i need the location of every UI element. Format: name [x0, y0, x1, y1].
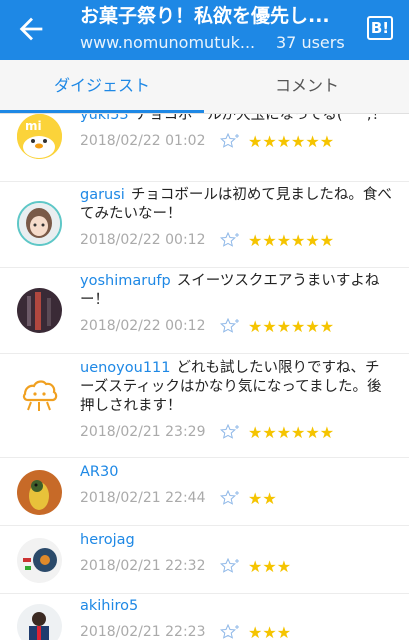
star-rating: ★★★★★★ [248, 131, 335, 151]
comment-line: yoshimarufp スイーツスクエアうまいすよねー！ [80, 272, 392, 310]
bird-avatar[interactable] [17, 470, 62, 515]
timestamp: 2018/02/22 00:12 [80, 318, 206, 334]
timestamp: 2018/02/21 22:32 [80, 558, 206, 574]
star-rating: ★★★★★★ [248, 422, 335, 442]
back-arrow-icon[interactable] [14, 12, 48, 46]
gear-avatar[interactable] [17, 538, 62, 583]
comment-content: garusi チョコボールは初めて見ましたね。食べてみたいなー！ 2018/02/… [80, 186, 392, 250]
list-item[interactable]: yoshimarufp スイーツスクエアうまいすよねー！ 2018/02/22 0… [0, 268, 409, 354]
list-item[interactable]: mi yuki53 チョコボールが大玉になってる(^^;！ 2018/02/22 … [0, 114, 409, 182]
username[interactable]: garusi [80, 187, 125, 203]
username[interactable]: herojag [80, 532, 135, 548]
comment-content: AR30 2018/02/21 22:44 ★★ [80, 463, 392, 508]
comment-line: akihiro5 [80, 597, 392, 616]
page-url: www.nomunomutuk... [80, 33, 256, 52]
list-item[interactable]: herojag 2018/02/21 22:32 ★★★ [0, 526, 409, 594]
hatena-bookmark-icon[interactable]: B! [367, 16, 393, 40]
username[interactable]: yuki53 [80, 114, 129, 123]
list-item[interactable]: AR30 2018/02/21 22:44 ★★ [0, 458, 409, 526]
comment-content: yoshimarufp スイーツスクエアうまいすよねー！ 2018/02/22 0… [80, 272, 392, 336]
comment-line: garusi チョコボールは初めて見ましたね。食べてみたいなー！ [80, 186, 392, 224]
timestamp: 2018/02/21 22:44 [80, 490, 206, 506]
star-rating: ★★★★★★ [248, 316, 335, 336]
person-avatar[interactable] [17, 604, 62, 640]
star-rating: ★★★ [248, 556, 292, 576]
comment-meta: 2018/02/21 22:44 ★★ [80, 488, 392, 508]
username[interactable]: akihiro5 [80, 598, 138, 614]
guitar-avatar[interactable] [17, 288, 62, 333]
comment-meta: 2018/02/22 01:02 ★★★★★★ [80, 131, 392, 151]
list-item[interactable]: akihiro5 2018/02/21 22:23 ★★★ [0, 594, 409, 640]
page-title: お菓子祭り！私欲を優先し... [80, 5, 330, 27]
tab-comments[interactable]: コメント [205, 60, 409, 114]
username[interactable]: AR30 [80, 464, 118, 480]
comment-line: yuki53 チョコボールが大玉になってる(^^;！ [80, 114, 392, 125]
title-box: お菓子祭り！私欲を優先し... www.nomunomutuk... 37 us… [80, 3, 360, 55]
add-star-icon[interactable] [220, 624, 240, 640]
timestamp: 2018/02/22 01:02 [80, 133, 206, 149]
add-star-icon[interactable] [220, 558, 240, 574]
star-rating: ★★ [248, 488, 277, 508]
star-rating: ★★★★★★ [248, 230, 335, 250]
username[interactable]: yoshimarufp [80, 273, 171, 289]
user-count: 37 users [276, 33, 345, 52]
comment-meta: 2018/02/21 22:23 ★★★ [80, 622, 392, 640]
comment-content: herojag 2018/02/21 22:32 ★★★ [80, 531, 392, 576]
comment-meta: 2018/02/22 00:12 ★★★★★★ [80, 230, 392, 250]
list-item[interactable]: garusi チョコボールは初めて見ましたね。食べてみたいなー！ 2018/02/… [0, 182, 409, 268]
star-rating: ★★★ [248, 622, 292, 640]
subtitle-row: www.nomunomutuk... 37 users [80, 31, 360, 55]
comment-line: AR30 [80, 463, 392, 482]
timestamp: 2018/02/21 22:23 [80, 624, 206, 640]
girl-avatar[interactable] [17, 201, 62, 246]
comment-line: uenoyou111 どれも試したい限りですね、チーズスティックはかなり気になって… [80, 359, 392, 416]
tab-indicator [0, 110, 204, 113]
comment-meta: 2018/02/21 22:32 ★★★ [80, 556, 392, 576]
comment-meta: 2018/02/21 23:29 ★★★★★★ [80, 422, 392, 442]
list-item[interactable]: uenoyou111 どれも試したい限りですね、チーズスティックはかなり気になって… [0, 354, 409, 458]
add-star-icon[interactable] [220, 424, 240, 440]
add-star-icon[interactable] [220, 133, 240, 149]
app-bar: お菓子祭り！私欲を優先し... www.nomunomutuk... 37 us… [0, 0, 409, 60]
svg-text:mi: mi [25, 119, 42, 133]
comment-text: チョコボールは初めて見ましたね。食べてみたいなー！ [80, 187, 392, 222]
username[interactable]: uenoyou111 [80, 360, 171, 376]
tab-bar: ダイジェスト コメント [0, 60, 409, 114]
comment-content: yuki53 チョコボールが大玉になってる(^^;！ 2018/02/22 01:… [80, 114, 392, 151]
comment-text: チョコボールが大玉になってる(^^;！ [134, 114, 387, 123]
tab-digest[interactable]: ダイジェスト [0, 60, 204, 114]
comment-meta: 2018/02/22 00:12 ★★★★★★ [80, 316, 392, 336]
timestamp: 2018/02/21 23:29 [80, 424, 206, 440]
add-star-icon[interactable] [220, 232, 240, 248]
add-star-icon[interactable] [220, 318, 240, 334]
add-star-icon[interactable] [220, 490, 240, 506]
comment-list[interactable]: mi yuki53 チョコボールが大玉になってる(^^;！ 2018/02/22 … [0, 114, 409, 640]
timestamp: 2018/02/22 00:12 [80, 232, 206, 248]
cloud-avatar[interactable] [17, 372, 62, 417]
comment-content: uenoyou111 どれも試したい限りですね、チーズスティックはかなり気になって… [80, 359, 392, 442]
comment-content: akihiro5 2018/02/21 22:23 ★★★ [80, 597, 392, 640]
duck-avatar[interactable]: mi [17, 114, 62, 159]
comment-line: herojag [80, 531, 392, 550]
